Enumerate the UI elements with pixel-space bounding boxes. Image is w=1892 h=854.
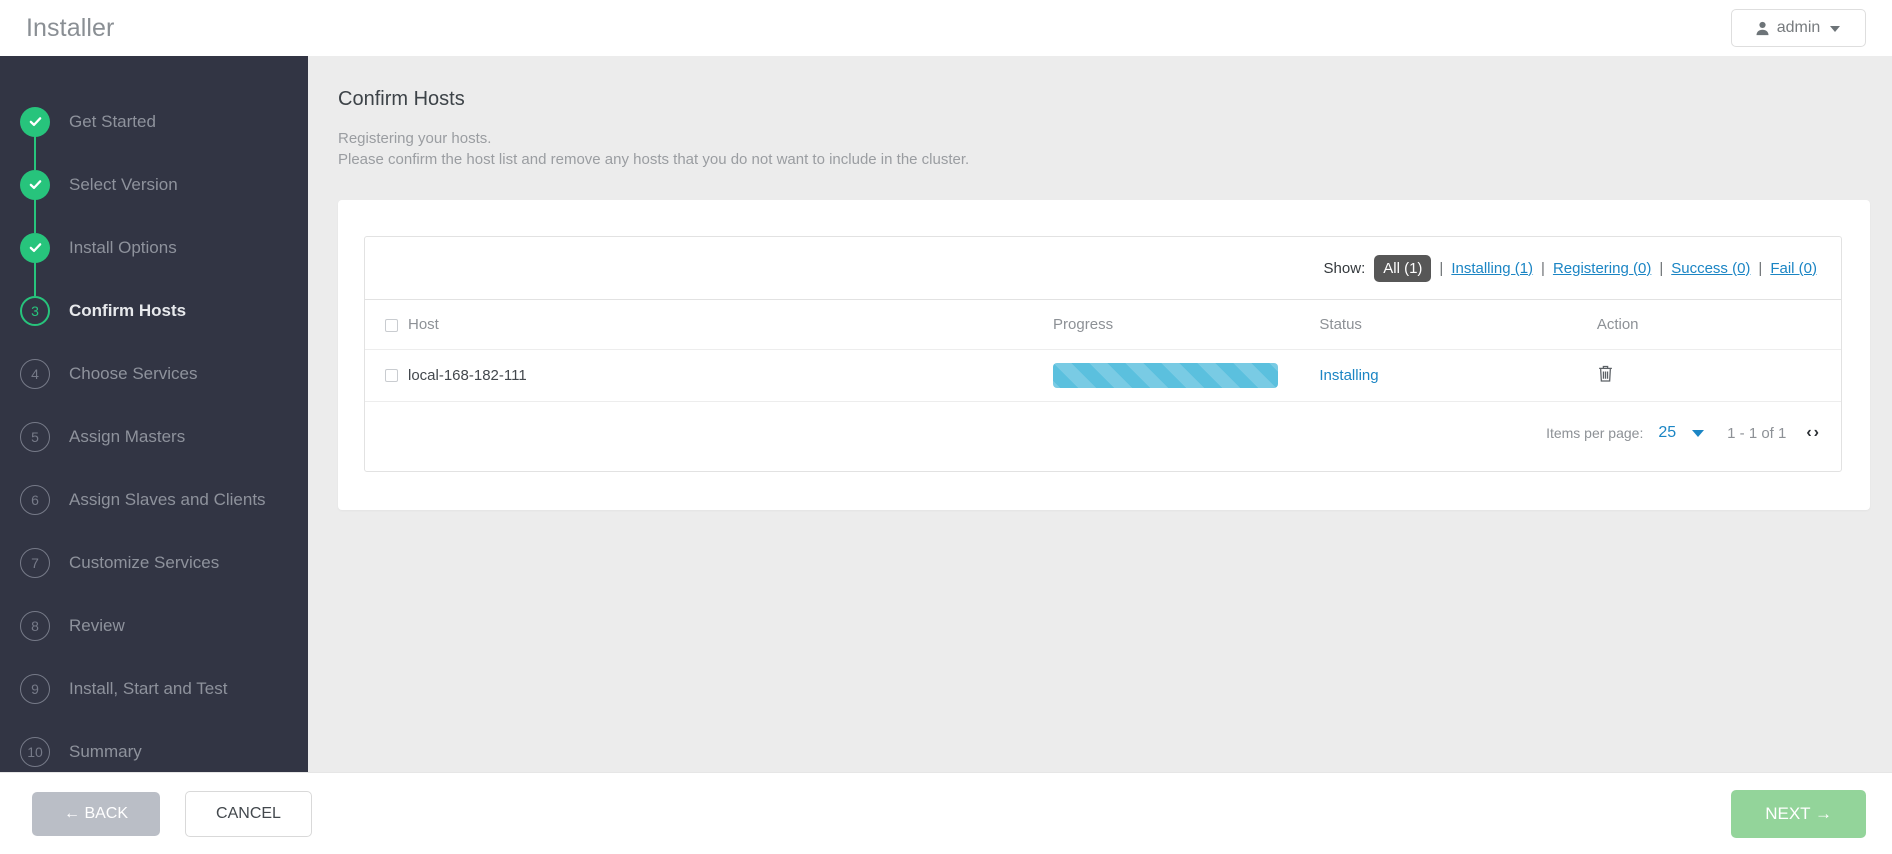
wizard-sidebar: Get Started Select Version Install Optio…: [0, 56, 308, 772]
status-badge[interactable]: Installing: [1319, 367, 1378, 384]
step-marker-pending: 4: [20, 358, 50, 389]
step-marker-pending: 6: [20, 484, 50, 515]
step-marker-done: [20, 169, 50, 200]
main-content: Confirm Hosts Registering your hosts. Pl…: [308, 56, 1892, 772]
step-marker-current: 3: [20, 295, 50, 326]
hosts-table: Host Progress Status Action local-168-18…: [365, 300, 1841, 402]
user-menu-label: admin: [1776, 19, 1821, 36]
user-menu-button[interactable]: admin: [1731, 9, 1866, 47]
sidebar-item-install-options[interactable]: Install Options: [0, 216, 308, 296]
step-marker-done: [20, 232, 50, 263]
check-icon: [29, 117, 41, 127]
hosts-panel: Show: All (1) | Installing (1) | Registe…: [364, 236, 1842, 472]
row-select-checkbox[interactable]: [385, 369, 398, 382]
top-header-bar: Installer admin: [0, 0, 1892, 56]
step-marker-pending: 5: [20, 421, 50, 452]
sidebar-item-label: Install, Start and Test: [69, 678, 228, 698]
previous-page-button[interactable]: ‹: [1806, 424, 1811, 442]
next-button[interactable]: NEXT →: [1731, 789, 1866, 838]
sidebar-item-customize-services[interactable]: 7 Customize Services: [0, 531, 308, 594]
step-marker-pending: 10: [20, 736, 50, 767]
chevron-down-icon: [1830, 26, 1841, 32]
next-arrow-icon: →: [1815, 803, 1832, 823]
sidebar-item-get-started[interactable]: Get Started: [0, 90, 308, 170]
items-per-page-value[interactable]: 25: [1658, 424, 1676, 442]
filter-all[interactable]: All (1): [1374, 254, 1432, 282]
sidebar-item-label: Choose Services: [69, 363, 198, 383]
hosts-card: Show: All (1) | Installing (1) | Registe…: [338, 200, 1870, 510]
column-header-host: Host: [365, 300, 1054, 350]
cell-host: local-168-182-111: [365, 349, 1054, 402]
column-header-status: Status: [1319, 300, 1597, 350]
sidebar-item-assign-slaves-and-clients[interactable]: 6 Assign Slaves and Clients: [0, 468, 308, 531]
trash-icon: [1598, 365, 1612, 382]
next-button-label: NEXT: [1765, 803, 1811, 823]
table-row: local-168-182-111 Installing: [365, 349, 1841, 402]
check-icon: [29, 180, 41, 190]
cancel-button[interactable]: CANCEL: [185, 790, 312, 837]
items-per-page-label: Items per page:: [1546, 425, 1644, 441]
select-all-checkbox[interactable]: [385, 318, 398, 332]
filter-separator: |: [1439, 259, 1444, 277]
column-label: Host: [408, 316, 439, 333]
filter-separator: |: [1758, 259, 1763, 277]
filter-registering[interactable]: Registering (0): [1553, 260, 1651, 277]
cell-action: [1596, 349, 1841, 402]
sidebar-item-install-start-and-test[interactable]: 9 Install, Start and Test: [0, 657, 308, 720]
sidebar-item-label: Assign Slaves and Clients: [69, 489, 266, 509]
back-button-label: BACK: [84, 804, 129, 822]
next-page-button[interactable]: ›: [1814, 424, 1819, 442]
step-marker-pending: 7: [20, 547, 50, 578]
column-header-progress: Progress: [1053, 300, 1320, 350]
content-subtitle-line2: Please confirm the host list and remove …: [338, 151, 970, 168]
step-connector: [34, 136, 36, 170]
sidebar-item-label: Assign Masters: [69, 426, 186, 446]
sidebar-item-select-version[interactable]: Select Version: [0, 153, 308, 233]
cell-progress: [1053, 349, 1320, 402]
sidebar-item-review[interactable]: 8 Review: [0, 594, 308, 657]
sidebar-item-label: Install Options: [69, 237, 177, 257]
sidebar-item-label: Review: [69, 615, 125, 635]
filter-success[interactable]: Success (0): [1671, 260, 1750, 277]
check-icon: [29, 243, 41, 253]
sidebar-item-label: Confirm Hosts: [69, 300, 187, 320]
step-connector: [34, 262, 36, 296]
sidebar-item-confirm-hosts[interactable]: 3 Confirm Hosts: [0, 279, 308, 342]
step-marker-pending: 8: [20, 610, 50, 641]
filter-fail[interactable]: Fail (0): [1770, 260, 1817, 277]
sidebar-item-label: Summary: [69, 741, 142, 761]
sidebar-item-label: Get Started: [69, 111, 156, 131]
user-icon: [1755, 21, 1770, 36]
delete-host-button[interactable]: [1597, 364, 1614, 386]
footer-bar: ← BACK CANCEL NEXT →: [0, 772, 1892, 854]
pagination-range: 1 - 1 of 1: [1727, 424, 1787, 442]
step-marker-done: [20, 106, 50, 137]
filter-installing[interactable]: Installing (1): [1451, 260, 1533, 277]
back-button[interactable]: ← BACK: [32, 791, 161, 836]
filter-label: Show:: [1323, 259, 1366, 277]
filter-separator: |: [1659, 259, 1664, 277]
chevron-down-icon[interactable]: [1692, 429, 1705, 437]
sidebar-item-label: Customize Services: [69, 552, 220, 572]
progress-bar: [1053, 363, 1279, 388]
column-header-action: Action: [1596, 300, 1841, 350]
page-title: Installer: [26, 13, 115, 42]
filter-separator: |: [1541, 259, 1545, 277]
content-subtitle-line1: Registering your hosts.: [338, 130, 492, 147]
sidebar-item-label: Select Version: [69, 174, 178, 194]
cancel-button-label: CANCEL: [216, 804, 281, 822]
sidebar-item-choose-services[interactable]: 4 Choose Services: [0, 342, 308, 405]
filter-bar: Show: All (1) | Installing (1) | Registe…: [365, 237, 1841, 300]
step-marker-pending: 9: [20, 673, 50, 704]
sidebar-item-assign-masters[interactable]: 5 Assign Masters: [0, 405, 308, 468]
back-arrow-icon: ←: [64, 804, 80, 822]
host-name: local-168-182-111: [408, 367, 527, 384]
content-title: Confirm Hosts: [338, 88, 465, 110]
pagination-bar: Items per page: 25 1 - 1 of 1 ‹ ›: [365, 402, 1841, 464]
table-header-row: Host Progress Status Action: [365, 300, 1841, 350]
step-connector: [34, 199, 36, 233]
cell-status: Installing: [1319, 349, 1597, 402]
